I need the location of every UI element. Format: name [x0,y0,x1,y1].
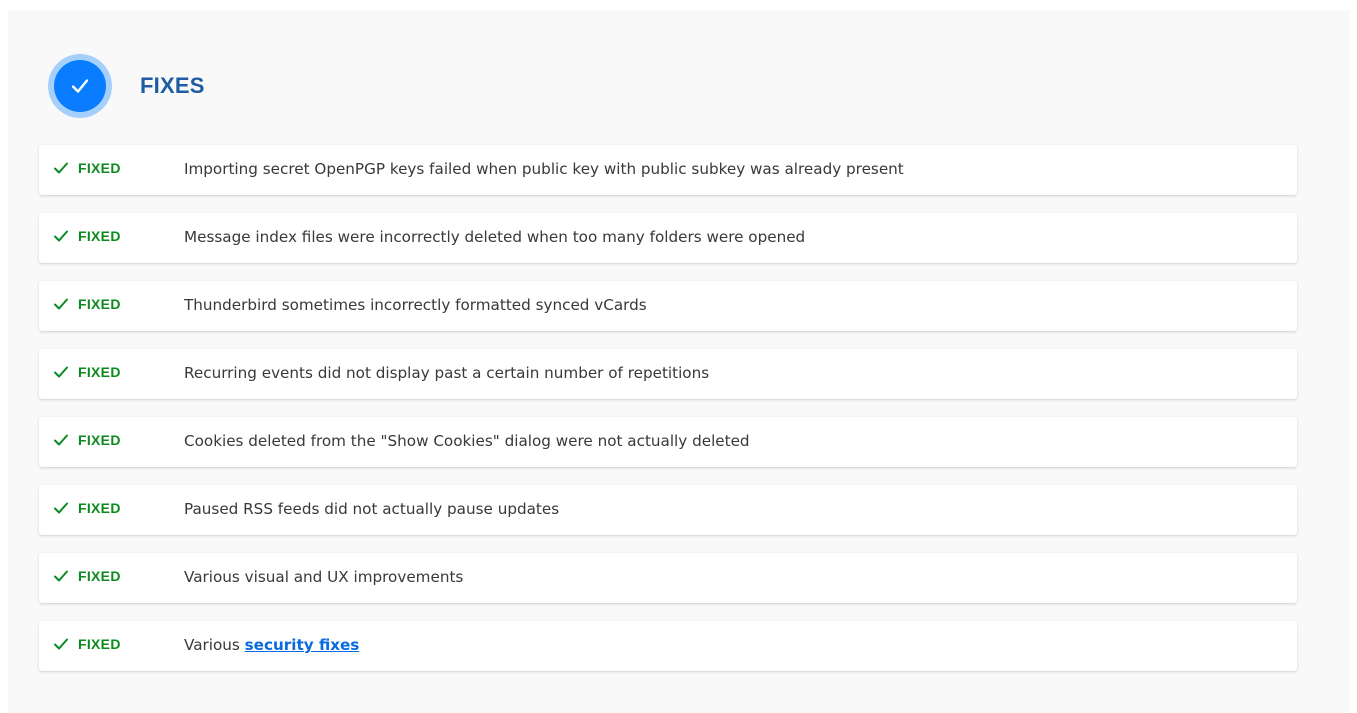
fix-description: Cookies deleted from the "Show Cookies" … [184,432,750,450]
fixed-tag-label: FIXED [78,636,121,652]
fixed-tag-label: FIXED [78,364,121,380]
fix-item: FIXED Paused RSS feeds did not actually … [39,485,1297,535]
fixed-tag: FIXED [53,432,121,448]
fix-description: Paused RSS feeds did not actually pause … [184,500,560,518]
section-header: FIXES [48,54,205,118]
fix-item: FIXED Thunderbird sometimes incorrectly … [39,281,1297,331]
fix-description: Thunderbird sometimes incorrectly format… [184,296,647,314]
check-icon [54,638,68,650]
fix-description: Recurring events did not display past a … [184,364,710,382]
fix-item: FIXED Various security fixes [39,621,1297,671]
fix-description: Various security fixes [184,636,359,654]
fixed-tag: FIXED [53,160,121,176]
fix-description: Message index files were incorrectly del… [184,228,806,246]
check-icon [54,434,68,446]
check-icon [54,366,68,378]
section-title: FIXES [140,73,205,98]
check-icon [54,570,68,582]
fixed-tag-label: FIXED [78,568,121,584]
fix-list: FIXED Importing secret OpenPGP keys fail… [39,145,1297,689]
check-icon [54,298,68,310]
fix-item: FIXED Recurring events did not display p… [39,349,1297,399]
fix-description: Various visual and UX improvements [184,568,464,586]
fix-item: FIXED Cookies deleted from the "Show Coo… [39,417,1297,467]
check-circle-icon [48,54,112,118]
security-fixes-link[interactable]: security fixes [245,636,360,654]
fixed-tag: FIXED [53,500,121,516]
fixed-tag: FIXED [53,228,121,244]
fix-item: FIXED Various visual and UX improvements [39,553,1297,603]
check-icon [54,162,68,174]
fixed-tag-label: FIXED [78,432,121,448]
fixed-tag-label: FIXED [78,500,121,516]
check-icon [54,502,68,514]
fix-item: FIXED Importing secret OpenPGP keys fail… [39,145,1297,195]
fix-item: FIXED Message index files were incorrect… [39,213,1297,263]
fix-description: Importing secret OpenPGP keys failed whe… [184,160,904,178]
fixed-tag-label: FIXED [78,160,121,176]
fixed-tag: FIXED [53,296,121,312]
fix-description-prefix: Various [184,636,245,654]
fixed-tag-label: FIXED [78,228,121,244]
fixed-tag: FIXED [53,636,121,652]
fixed-tag: FIXED [53,568,121,584]
fixed-tag: FIXED [53,364,121,380]
check-icon [54,230,68,242]
fixed-tag-label: FIXED [78,296,121,312]
